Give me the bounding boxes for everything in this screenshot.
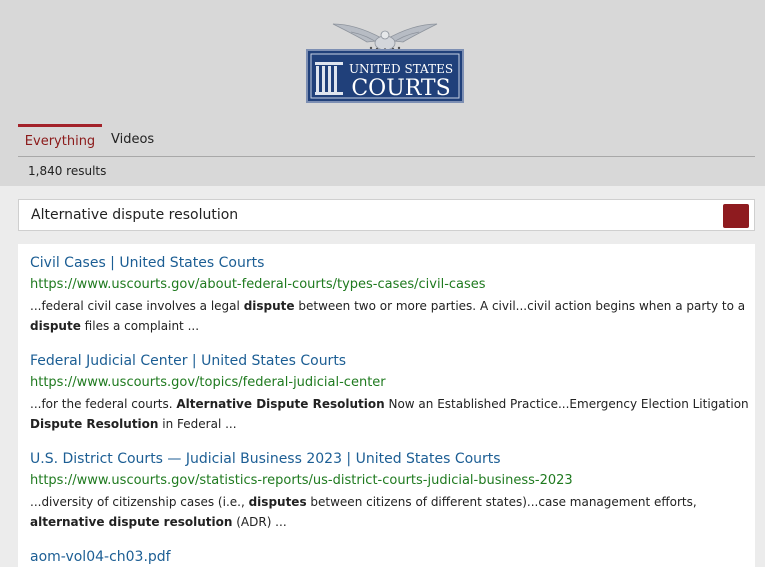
tab-everything[interactable]: Everything	[18, 124, 102, 156]
result-title[interactable]: Federal Judicial Center | United States …	[30, 352, 750, 370]
result-snippet: ...federal civil case involves a legal d…	[30, 299, 746, 333]
result-url[interactable]: https://www.uscourts.gov/topics/federal-…	[30, 374, 750, 392]
result-item: aom-vol04-ch03.pdf	[30, 548, 750, 566]
eagle-icon	[332, 23, 438, 51]
result-url[interactable]: https://www.uscourts.gov/statistics-repo…	[30, 472, 750, 490]
results-list: Civil Cases | United States Courts https…	[18, 244, 755, 567]
us-courts-logo[interactable]: UNITED STATES COURTS	[305, 18, 465, 104]
search-button[interactable]	[723, 204, 749, 228]
svg-text:COURTS: COURTS	[351, 76, 450, 101]
search-page: UNITED STATES COURTS Everything Videos 1…	[0, 0, 765, 567]
result-snippet: ...for the federal courts. Alternative D…	[30, 397, 749, 431]
result-tabs: Everything Videos	[18, 124, 755, 157]
result-title[interactable]: aom-vol04-ch03.pdf	[30, 548, 750, 566]
result-url[interactable]: https://www.uscourts.gov/about-federal-c…	[30, 276, 750, 294]
result-item: U.S. District Courts — Judicial Business…	[30, 450, 750, 532]
results-count: 1,840 results	[28, 164, 107, 178]
tab-videos[interactable]: Videos	[111, 124, 154, 156]
svg-text:UNITED STATES: UNITED STATES	[349, 62, 453, 76]
result-snippet: ...diversity of citizenship cases (i.e.,…	[30, 495, 697, 529]
search-box	[18, 199, 755, 231]
result-title[interactable]: U.S. District Courts — Judicial Business…	[30, 450, 750, 468]
result-item: Civil Cases | United States Courts https…	[30, 254, 750, 336]
result-title[interactable]: Civil Cases | United States Courts	[30, 254, 750, 272]
search-input[interactable]	[31, 200, 711, 230]
site-header: UNITED STATES COURTS	[0, 0, 765, 112]
result-item: Federal Judicial Center | United States …	[30, 352, 750, 434]
